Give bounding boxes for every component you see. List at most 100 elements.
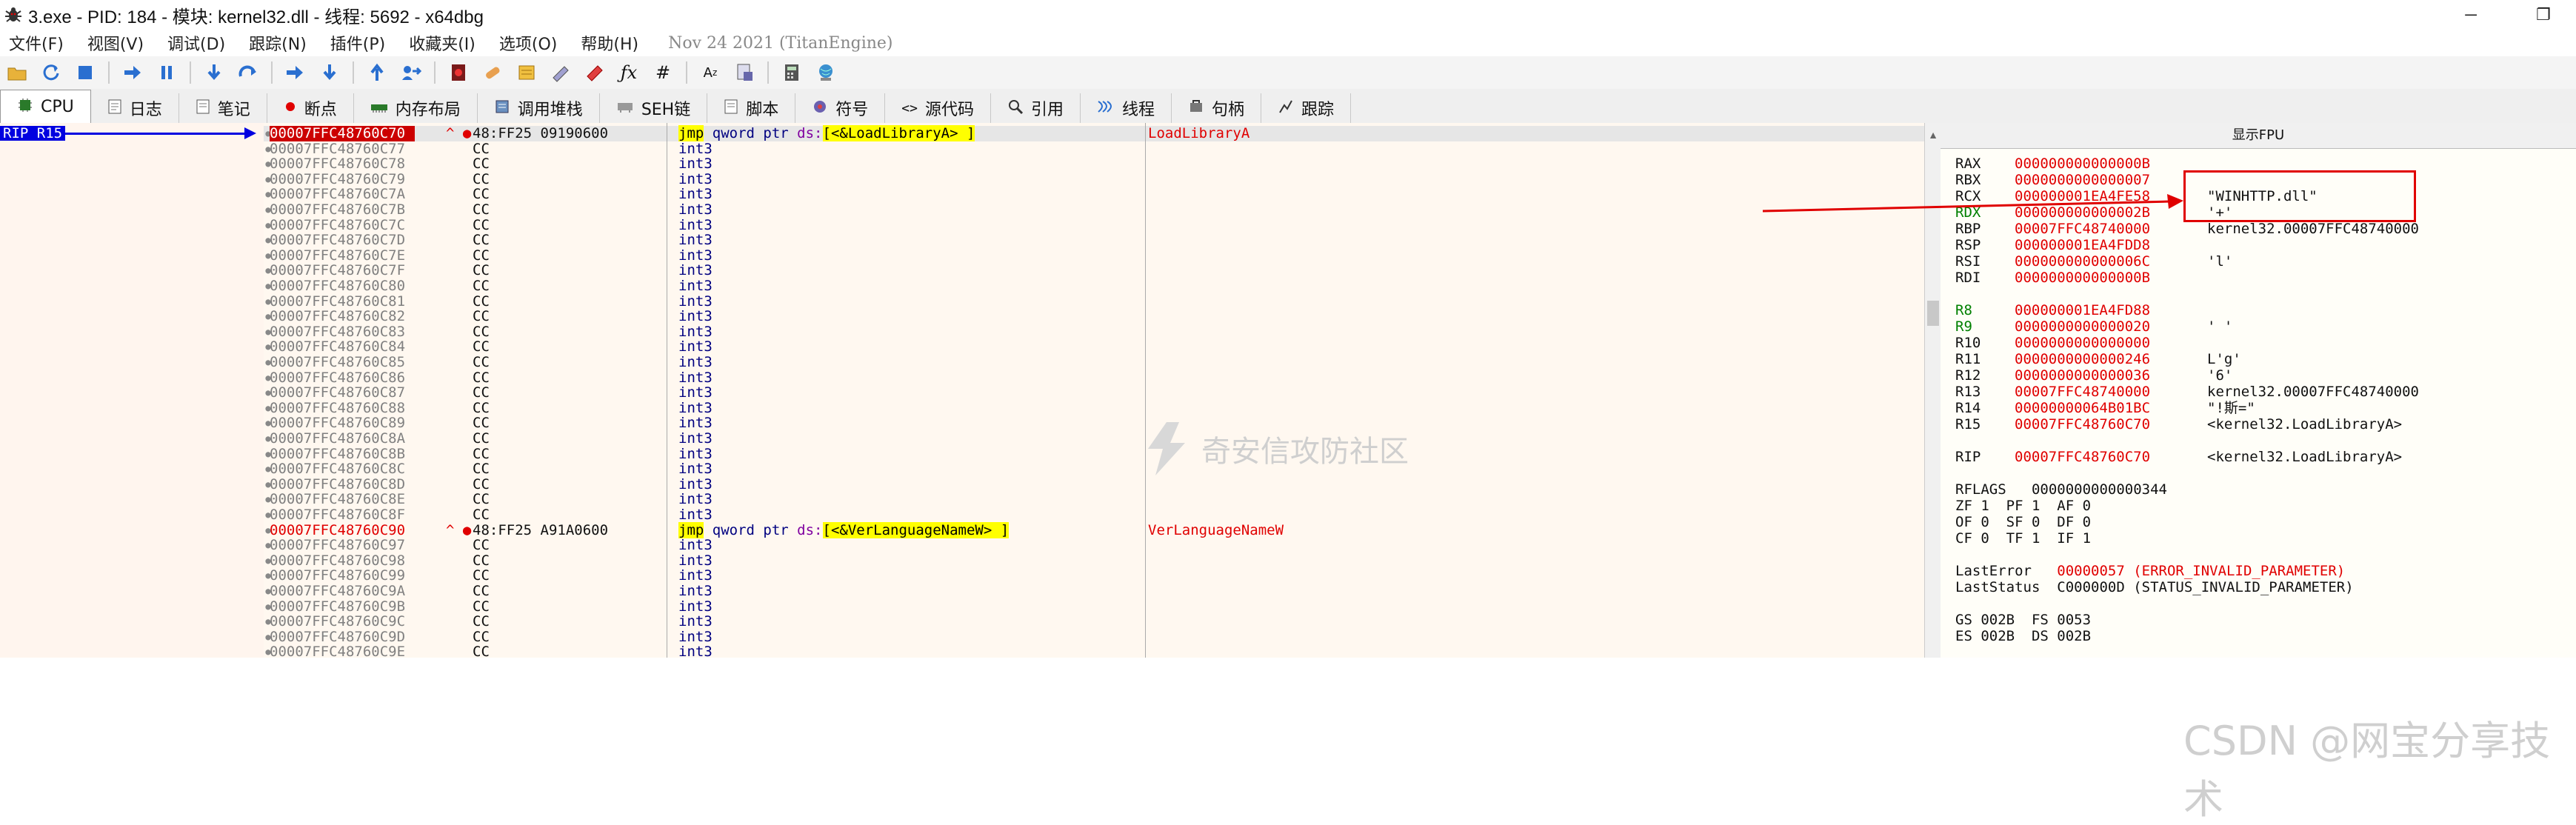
register-rdi[interactable]: RDI 000000000000000B (1955, 270, 2207, 286)
disasm-row[interactable]: ● 00007FFC48760C8B CC int3 (264, 446, 1941, 462)
disasm-row[interactable]: ● 00007FFC48760C9A CC int3 (264, 584, 1941, 599)
disasm-row[interactable]: ● 00007FFC48760C82 CC int3 (264, 309, 1941, 324)
scroll-up-arrow-icon[interactable]: ▲ (1925, 129, 1941, 141)
disasm-row[interactable]: ● 00007FFC48760C97 CC int3 (264, 538, 1941, 553)
segment-registers[interactable]: GS 002B FS 0053 (1955, 612, 2091, 628)
register-r10[interactable]: R10 0000000000000000 (1955, 335, 2207, 351)
open-icon[interactable] (4, 60, 30, 85)
register-r8[interactable]: R8 000000001EA4FD88 (1955, 302, 2207, 318)
restore-button[interactable]: ❐ (2521, 0, 2566, 30)
comment-icon[interactable] (514, 60, 539, 85)
disasm-row[interactable]: ● 00007FFC48760C7B CC int3 (264, 202, 1941, 218)
tab-symbols[interactable]: 符号 (795, 93, 886, 123)
record-icon[interactable] (446, 60, 471, 85)
disasm-row[interactable]: ● 00007FFC48760C98 CC int3 (264, 553, 1941, 569)
stop-icon[interactable] (73, 60, 98, 85)
register-rip[interactable]: RIP 00007FFC48760C70 <kernel32.LoadLibrary… (1955, 449, 2402, 465)
disasm-row[interactable]: ● 00007FFC48760C86 CC int3 (264, 370, 1941, 386)
flags-row[interactable]: ZF 1 PF 1 AF 0 (1955, 498, 2091, 514)
step-over-icon[interactable] (236, 60, 261, 85)
tab-breakpoints[interactable]: 断点 (267, 93, 354, 123)
tab-call-stack[interactable]: 调用堆栈 (478, 93, 600, 123)
run-to-user-code-icon[interactable] (398, 60, 424, 85)
menu-view[interactable]: 视图(V) (76, 31, 156, 55)
hash-icon[interactable]: # (650, 60, 675, 85)
disasm-row[interactable]: ● 00007FFC48760C77 CC int3 (264, 141, 1941, 157)
disasm-row[interactable]: ● 00007FFC48760C84 CC int3 (264, 339, 1941, 355)
restart-icon[interactable] (39, 60, 64, 85)
disasm-row[interactable]: ● 00007FFC48760C7E CC int3 (264, 248, 1941, 264)
calculator-icon[interactable] (779, 60, 804, 85)
menu-options[interactable]: 选项(O) (487, 31, 569, 55)
disasm-row[interactable]: ● 00007FFC48760C9C CC int3 (264, 614, 1941, 629)
tab-source[interactable]: <> 源代码 (885, 93, 991, 123)
register-rsp[interactable]: RSP 000000001EA4FDD8 (1955, 237, 2207, 253)
disasm-row[interactable]: ● 00007FFC48760C87 CC int3 (264, 385, 1941, 401)
disasm-row[interactable]: ● 00007FFC48760C8F CC int3 (264, 507, 1941, 523)
register-r13[interactable]: R13 00007FFC48740000 kernel32.00007FFC4874… (1955, 384, 2419, 400)
disasm-row[interactable]: ● 00007FFC48760C7F CC int3 (264, 263, 1941, 278)
minimize-button[interactable]: ─ (2449, 0, 2493, 30)
register-r14[interactable]: R14 00000000064B01BC "!斯=" (1955, 400, 2255, 416)
disasm-row[interactable]: ● 00007FFC48760C88 CC int3 (264, 401, 1941, 416)
strings-icon[interactable] (732, 60, 757, 85)
label-icon[interactable] (548, 60, 573, 85)
tab-cpu[interactable]: CPU (0, 90, 91, 123)
segment-registers[interactable]: ES 002B DS 002B (1955, 628, 2091, 644)
menu-trace[interactable]: 跟踪(N) (237, 31, 318, 55)
flags-row[interactable]: CF 0 TF 1 IF 1 (1955, 530, 2091, 547)
tab-memory-map[interactable]: 内存布局 (354, 93, 478, 123)
disassembly-view[interactable]: ● 00007FFC48760C70 ^ ● 48:FF25 09190600 jmp … (264, 123, 1941, 658)
menu-debug[interactable]: 调试(D) (156, 31, 237, 55)
disasm-row[interactable]: ● 00007FFC48760C90 ^ ● 48:FF25 A91A0600 jmp … (264, 521, 1941, 538)
scroll-thumb[interactable] (1927, 301, 1939, 326)
register-r12[interactable]: R12 0000000000000036 '6' (1955, 367, 2232, 384)
disasm-row[interactable]: ● 00007FFC48760C9E CC int3 (264, 644, 1941, 658)
run-icon[interactable] (120, 60, 145, 85)
tab-handles[interactable]: 句柄 (1172, 93, 1262, 123)
disassembly-scrollbar[interactable]: ▲ (1924, 123, 1941, 658)
register-rsi[interactable]: RSI 000000000000006C 'l' (1955, 253, 2232, 270)
disasm-row[interactable]: ● 00007FFC48760C8C CC int3 (264, 461, 1941, 477)
menu-favourites[interactable]: 收藏夹(I) (397, 31, 487, 55)
step-into-icon[interactable] (201, 60, 227, 85)
tab-threads[interactable]: 线程 (1081, 93, 1172, 123)
trace-over-icon[interactable] (317, 60, 342, 85)
tab-notes[interactable]: 笔记 (179, 93, 267, 123)
register-rbp[interactable]: RBP 00007FFC48740000 kernel32.00007FFC4874… (1955, 221, 2419, 237)
disasm-row[interactable]: ● 00007FFC48760C89 CC int3 (264, 415, 1941, 431)
disasm-row[interactable]: ● 00007FFC48760C8D CC int3 (264, 477, 1941, 492)
disasm-row[interactable]: ● 00007FFC48760C7D CC int3 (264, 233, 1941, 248)
font-icon[interactable]: Az (698, 60, 723, 85)
show-fpu-button[interactable]: 显示FPU (1941, 123, 2576, 149)
pause-icon[interactable] (154, 60, 179, 85)
tab-script[interactable]: 脚本 (707, 93, 796, 123)
register-r11[interactable]: R11 0000000000000246 L'g' (1955, 351, 2241, 367)
register-rbx[interactable]: RBX 0000000000000007 (1955, 172, 2207, 188)
disasm-row[interactable]: ● 00007FFC48760C7A CC int3 (264, 187, 1941, 202)
disasm-row[interactable]: ● 00007FFC48760C9D CC int3 (264, 629, 1941, 645)
patch-icon[interactable] (480, 60, 505, 85)
disasm-row[interactable]: ● 00007FFC48760C7C CC int3 (264, 217, 1941, 233)
menu-help[interactable]: 帮助(H) (569, 31, 650, 55)
flags-row[interactable]: OF 0 SF 0 DF 0 (1955, 514, 2091, 530)
register-rax[interactable]: RAX 000000000000000B (1955, 156, 2207, 172)
disasm-row[interactable]: ● 00007FFC48760C80 CC int3 (264, 278, 1941, 294)
function-icon[interactable]: ƒx (616, 60, 641, 85)
disasm-row[interactable]: ● 00007FFC48760C99 CC int3 (264, 568, 1941, 584)
disasm-row[interactable]: ● 00007FFC48760C79 CC int3 (264, 172, 1941, 187)
register-r9[interactable]: R9 0000000000000020 ' ' (1955, 318, 2232, 335)
execute-till-return-icon[interactable] (364, 60, 390, 85)
last-status[interactable]: LastStatus C000000D (STATUS_INVALID_PARA… (1955, 579, 2354, 595)
tab-log[interactable]: 日志 (91, 93, 179, 123)
disasm-row[interactable]: ● 00007FFC48760C9B CC int3 (264, 598, 1941, 615)
disasm-row[interactable]: ● 00007FFC48760C83 CC int3 (264, 324, 1941, 340)
rflags[interactable]: RFLAGS 0000000000000344 (1955, 481, 2167, 498)
globe-icon[interactable] (813, 60, 838, 85)
disasm-row[interactable]: ● 00007FFC48760C8E CC int3 (264, 492, 1941, 507)
tab-trace[interactable]: 跟踪 (1261, 93, 1352, 123)
last-error[interactable]: LastError 00000057 (ERROR_INVALID_PARAME… (1955, 563, 2345, 579)
trace-into-icon[interactable] (283, 60, 308, 85)
disasm-row[interactable]: ● 00007FFC48760C85 CC int3 (264, 355, 1941, 370)
disasm-row[interactable]: ● 00007FFC48760C70 ^ ● 48:FF25 09190600 jmp … (264, 125, 1941, 141)
